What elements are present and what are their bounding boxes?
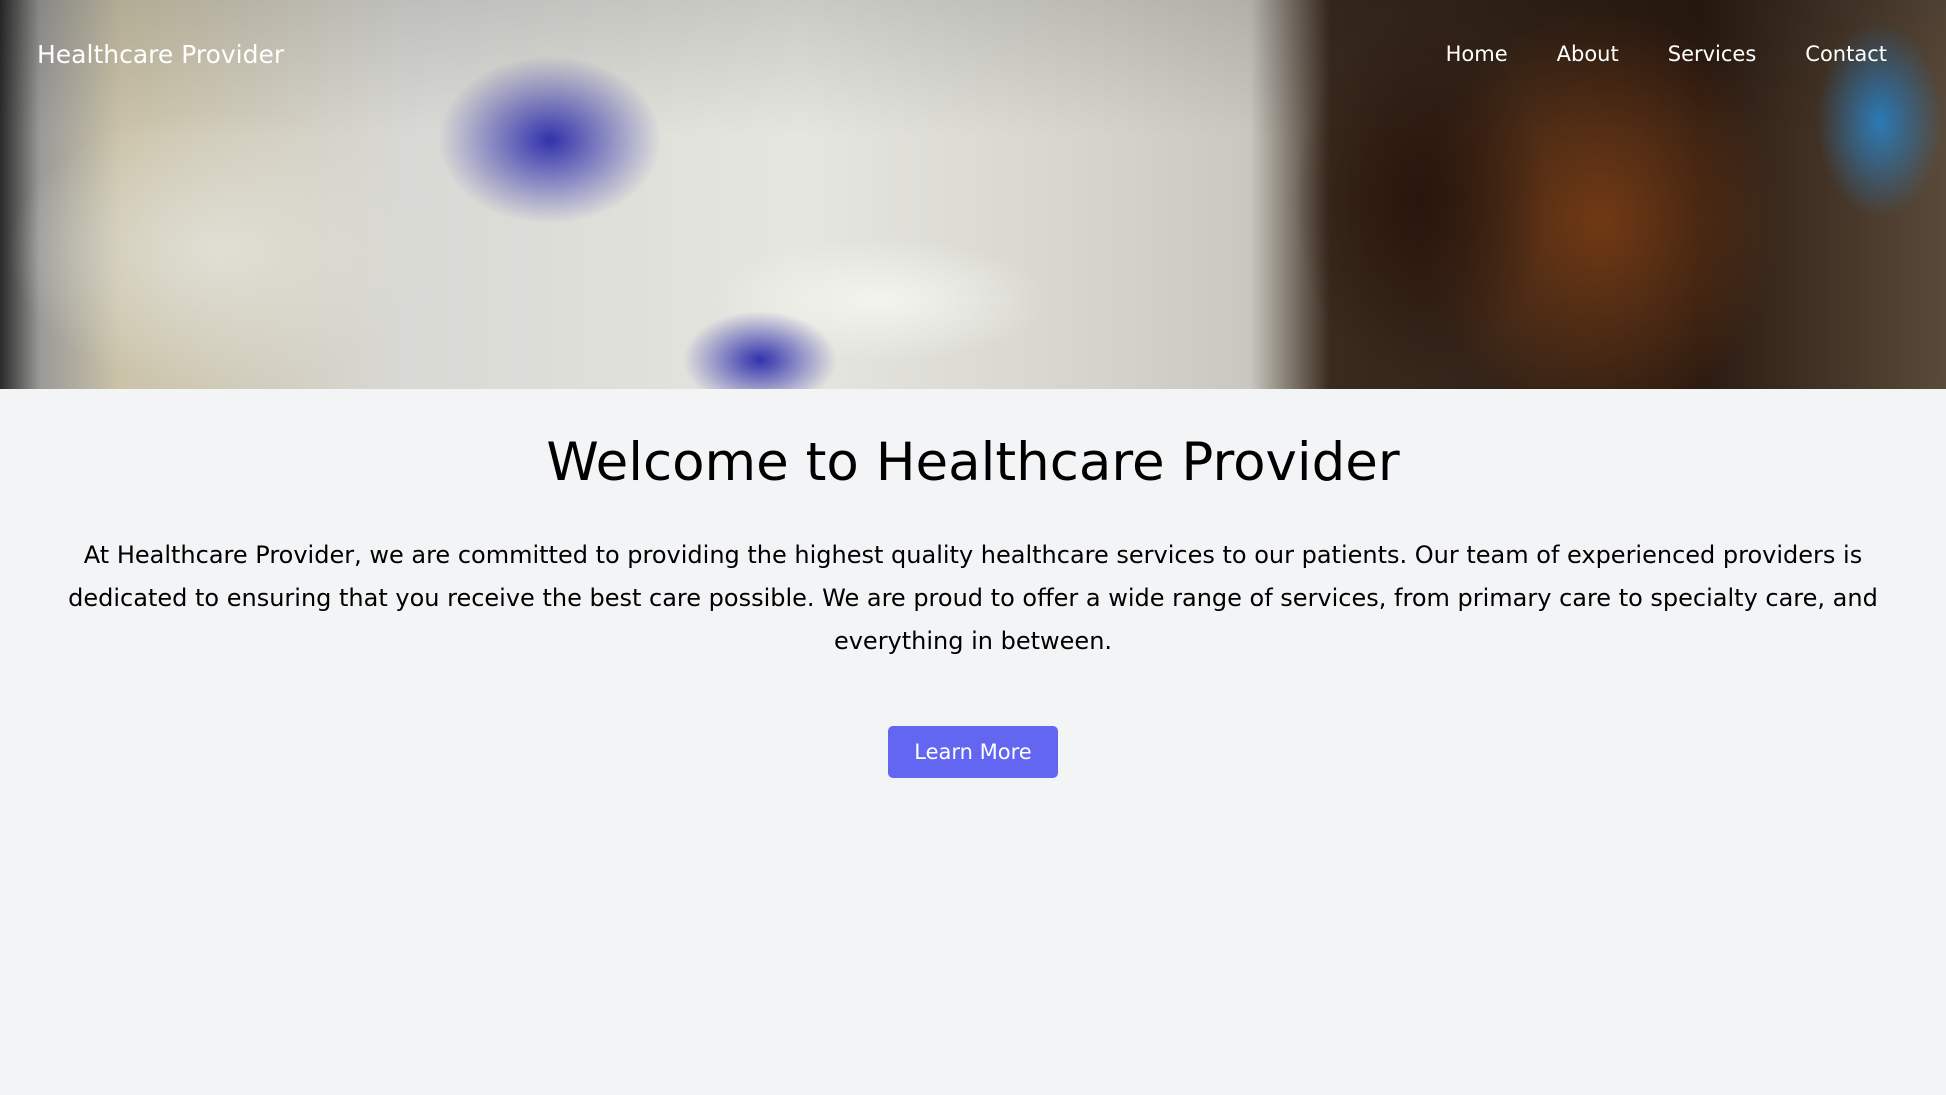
intro-paragraph: At Healthcare Provider, we are committed…	[68, 540, 1878, 655]
nav-link-contact[interactable]: Contact	[1805, 42, 1887, 66]
nav-link-home[interactable]: Home	[1446, 42, 1508, 66]
nav-link-services[interactable]: Services	[1668, 42, 1757, 66]
learn-more-button[interactable]: Learn More	[888, 725, 1058, 778]
main-content: Welcome to Healthcare Provider At Health…	[0, 389, 1946, 778]
page-title: Welcome to Healthcare Provider	[546, 432, 1400, 493]
hero-banner: Healthcare Provider Home About Services …	[0, 0, 1946, 389]
top-navigation: Healthcare Provider Home About Services …	[0, 0, 1946, 108]
nav-menu: Home About Services Contact	[1446, 42, 1887, 66]
brand-logo-link[interactable]: Healthcare Provider	[37, 40, 284, 69]
nav-link-about[interactable]: About	[1557, 42, 1619, 66]
